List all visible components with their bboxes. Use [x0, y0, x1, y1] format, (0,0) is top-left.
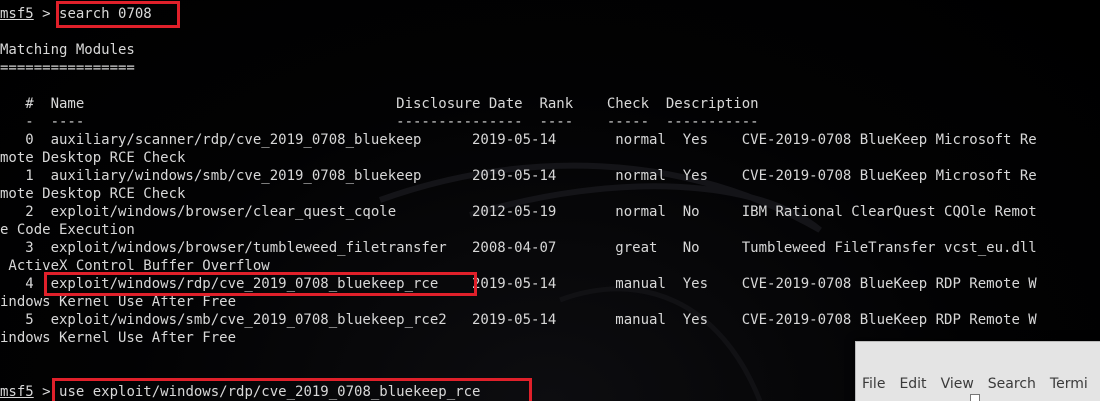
- prompt-line: msf5 > use exploit/windows/rdp/cve_2019_…: [0, 383, 480, 401]
- output-line: mote Desktop RCE Check: [0, 186, 186, 202]
- output-line: 2 exploit/windows/browser/clear_quest_cq…: [0, 204, 1037, 220]
- output-line: mote Desktop RCE Check: [0, 150, 186, 166]
- prompt-name: msf5: [0, 6, 34, 22]
- window-corner-icon: [970, 394, 980, 401]
- output-line: e Code Execution: [0, 222, 135, 238]
- menu-view[interactable]: View: [941, 376, 974, 392]
- output-line: 0 auxiliary/scanner/rdp/cve_2019_0708_bl…: [0, 132, 1037, 148]
- output-line: 4 exploit/windows/rdp/cve_2019_0708_blue…: [0, 276, 1037, 292]
- output-line: - ---- --------------- ---- ----- ------…: [0, 114, 759, 130]
- output-line: 1 auxiliary/windows/smb/cve_2019_0708_bl…: [0, 168, 1037, 184]
- output-line: # Name Disclosure Date Rank Check Descri…: [0, 96, 759, 112]
- output-line: 3 exploit/windows/browser/tumbleweed_fil…: [0, 240, 1037, 256]
- output-line: 5 exploit/windows/smb/cve_2019_0708_blue…: [0, 312, 1037, 328]
- output-line: indows Kernel Use After Free: [0, 330, 237, 346]
- second-terminal-menubar: File Edit View Search Termi: [862, 376, 1100, 392]
- output-line: Matching Modules: [0, 42, 135, 58]
- menu-edit[interactable]: Edit: [899, 376, 926, 392]
- menu-file[interactable]: File: [862, 376, 885, 392]
- terminal-window[interactable]: msf5 > search 0708 Matching Modules ======…: [0, 0, 1100, 401]
- prompt-name: msf5: [0, 384, 34, 400]
- menu-terminal[interactable]: Termi: [1050, 376, 1088, 392]
- output-line: ActiveX Control Buffer Overflow: [0, 258, 270, 274]
- output-line: ================: [0, 60, 135, 76]
- second-terminal-window[interactable]: File Edit View Search Termi: [855, 341, 1100, 401]
- menu-search[interactable]: Search: [988, 376, 1036, 392]
- command-text[interactable]: use exploit/windows/rdp/cve_2019_0708_bl…: [59, 384, 480, 400]
- prompt-line: msf5 > search 0708: [0, 5, 152, 23]
- prompt-separator: >: [33, 384, 60, 400]
- command-text[interactable]: search 0708: [59, 6, 152, 22]
- output-line: indows Kernel Use After Free: [0, 294, 237, 310]
- prompt-separator: >: [33, 6, 60, 22]
